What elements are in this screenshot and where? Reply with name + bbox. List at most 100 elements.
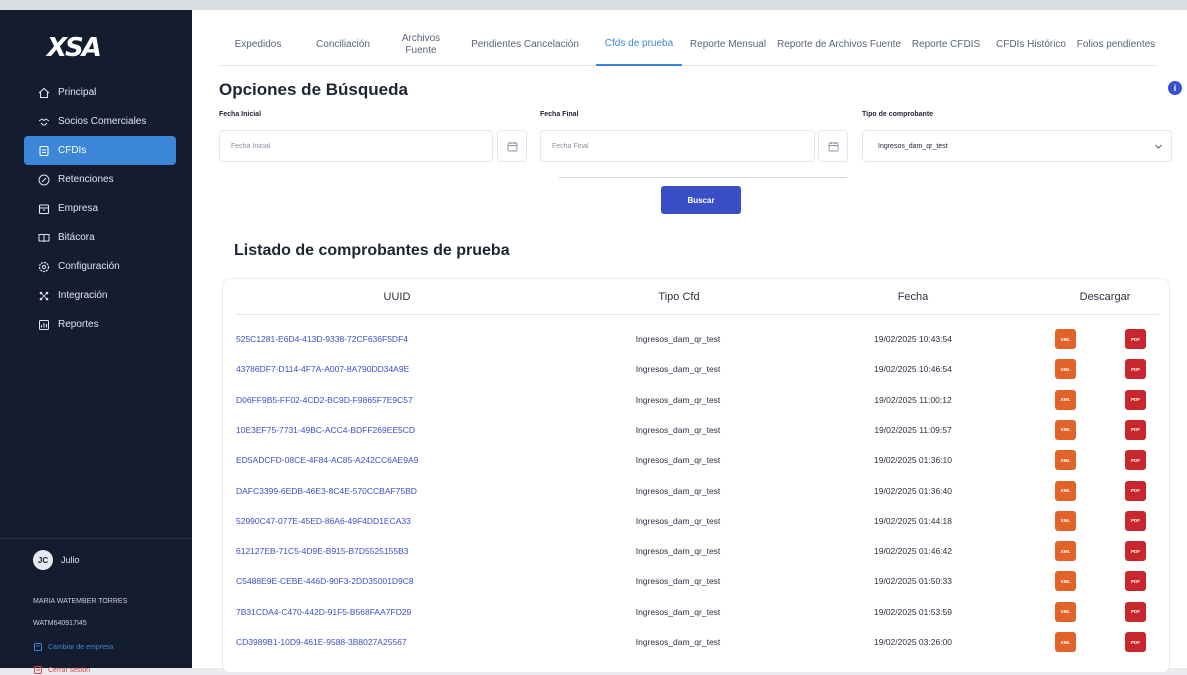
results-table: UUID Tipo Cfd Fecha Descargar 525C1281-E…: [222, 278, 1170, 673]
table-row: ED5ADCFD-08CE-4F84-AC85-A242CC6AE9A9 Ingr…: [223, 446, 1171, 476]
sidebar-item-principal[interactable]: Principal: [24, 78, 176, 107]
fecha-final-input[interactable]: Fecha Final: [540, 130, 815, 162]
uuid-link[interactable]: 612127EB-71C5-4D9E-B915-B7D5525155B3: [236, 546, 408, 556]
table-row: 43786DF7-D114-4F7A-A007-8A790DD34A9E Ingr…: [223, 355, 1171, 385]
table-row: 525C1281-E6D4-413D-9338-72CF636F5DF4 Ingr…: [223, 325, 1171, 355]
download-pdf-button[interactable]: PDF: [1125, 510, 1146, 531]
page-title: Opciones de Búsqueda: [219, 80, 408, 99]
uuid-link[interactable]: 525C1281-E6D4-413D-9338-72CF636F5DF4: [236, 334, 408, 344]
download-xml-button[interactable]: XML: [1055, 510, 1076, 531]
tab-folios-pendientes[interactable]: Folios pendientes: [1074, 28, 1158, 66]
fecha-cell: 19/02/2025 11:00:12: [874, 394, 952, 405]
sidebar-item-socios[interactable]: Socios Comerciales: [24, 107, 176, 136]
tab-pendientes-cancelacion[interactable]: Pendientes Cancelación: [454, 28, 596, 66]
tipo-cfd-cell: Ingresos_dam_qr_test: [635, 637, 721, 647]
uuid-link[interactable]: D06FF9B5-FF02-4CD2-BC9D-F9865F7E9C57: [236, 395, 413, 405]
tab-cfdis-historico[interactable]: CFDIs Histórico: [988, 28, 1074, 66]
download-xml-button[interactable]: XML: [1055, 389, 1076, 410]
download-pdf-button[interactable]: PDF: [1125, 601, 1146, 622]
download-xml-button[interactable]: XML: [1055, 601, 1076, 622]
tipo-cfd-cell: Ingresos_dam_qr_test: [635, 334, 721, 344]
sidebar-item-reportes[interactable]: Reportes: [24, 310, 176, 339]
table-row: C5488E9E-CEBE-446D-90F3-2DD35001D9C8 Ingr…: [223, 567, 1171, 597]
download-pdf-button[interactable]: PDF: [1125, 329, 1146, 349]
sidebar-item-empresa[interactable]: Empresa: [24, 194, 176, 223]
home-icon: [38, 87, 50, 99]
table-row: 52990C47-077E-45ED-86A6-49F4DD1ECA33 Ingr…: [223, 507, 1171, 537]
uuid-link[interactable]: 43786DF7-D114-4F7A-A007-8A790DD34A9E: [236, 364, 409, 374]
column-header-tipo: Tipo Cfd: [658, 291, 700, 303]
company-info: MARIA WATEMBER TORRES WATM640917I45: [33, 596, 127, 630]
uuid-link[interactable]: C5488E9E-CEBE-446D-90F3-2DD35001D9C8: [236, 576, 414, 586]
info-icon[interactable]: i: [1168, 81, 1182, 95]
sidebar-item-configuracion[interactable]: Configuración: [24, 252, 176, 281]
tipo-cfd-cell: Ingresos_dam_qr_test: [635, 394, 721, 405]
table-row: CD3989B1-10D9-461E-9588-3B8027A25567 Ingr…: [223, 628, 1171, 658]
download-xml-button[interactable]: XML: [1055, 541, 1076, 562]
change-company-link[interactable]: Cambiar de empresa: [33, 642, 113, 652]
sidebar-item-label: Socios Comerciales: [58, 116, 147, 127]
search-divider: [559, 177, 847, 178]
tab-conciliacion[interactable]: Conciliación: [298, 28, 388, 66]
document-icon: [38, 145, 50, 157]
table-row: 7B31CDA4-C470-442D-91F5-B568FAA7FD29 Ingr…: [223, 598, 1171, 628]
tab-archivos-fuente[interactable]: Archivos Fuente: [388, 28, 454, 66]
uuid-link[interactable]: ED5ADCFD-08CE-4F84-AC85-A242CC6AE9A9: [236, 455, 418, 465]
tipo-cfd-cell: Ingresos_dam_qr_test: [635, 515, 721, 526]
change-company-label: Cambiar de empresa: [48, 643, 114, 651]
download-xml-button[interactable]: XML: [1055, 359, 1076, 380]
uuid-link[interactable]: DAFC3399-6EDB-46E3-8C4E-570CCBAF75BD: [236, 486, 417, 496]
sidebar-divider: [0, 538, 192, 539]
calendar-icon[interactable]: [818, 130, 848, 162]
uuid-link[interactable]: 10E3EF75-7731-49BC-ACC4-BDFF269EE5CD: [236, 425, 415, 435]
download-pdf-button[interactable]: PDF: [1125, 450, 1146, 471]
download-pdf-button[interactable]: PDF: [1125, 571, 1146, 592]
table-header: UUID Tipo Cfd Fecha Descargar: [235, 279, 1159, 315]
main-content: Expedidos Conciliación Archivos Fuente P…: [192, 10, 1187, 673]
tab-reporte-cfdis[interactable]: Reporte CFDIS: [904, 28, 988, 66]
sidebar: XSA Principal Socios Comerciales CFDIs R…: [0, 10, 192, 674]
company-name: MARIA WATEMBER TORRES: [33, 598, 128, 605]
sidebar-item-bitacora[interactable]: Bitácora: [24, 223, 176, 252]
tipo-cfd-cell: Ingresos_dam_qr_test: [635, 546, 721, 557]
tab-reporte-archivos-fuente[interactable]: Reporte de Archivos Fuente: [774, 28, 904, 66]
tipo-comprobante-select[interactable]: Ingresos_dam_qr_test: [862, 130, 1172, 162]
sidebar-item-retenciones[interactable]: Retenciones: [24, 165, 176, 194]
download-xml-button[interactable]: XML: [1055, 329, 1076, 349]
calendar-icon[interactable]: [497, 130, 527, 162]
sidebar-nav: Principal Socios Comerciales CFDIs Reten…: [24, 78, 176, 339]
tipo-cfd-cell: Ingresos_dam_qr_test: [635, 606, 721, 617]
download-xml-button[interactable]: XML: [1055, 571, 1076, 592]
handshake-icon: [38, 116, 50, 128]
user-profile[interactable]: JC Julio: [33, 550, 80, 570]
tab-expedidos[interactable]: Expedidos: [218, 28, 298, 66]
fecha-cell: 19/02/2025 01:53:59: [874, 606, 952, 617]
download-xml-button[interactable]: XML: [1055, 632, 1076, 652]
gear-icon: [38, 261, 50, 273]
tab-cfds-prueba[interactable]: Cfds de prueba: [596, 28, 682, 66]
building-icon: [34, 643, 42, 651]
sidebar-item-integracion[interactable]: Integración: [24, 281, 176, 310]
download-pdf-button[interactable]: PDF: [1125, 359, 1146, 380]
table-row: 612127EB-71C5-4D9E-B915-B7D5525155B3 Ingr…: [223, 537, 1171, 567]
tab-reporte-mensual[interactable]: Reporte Mensual: [682, 28, 774, 66]
list-title: Listado de comprobantes de prueba: [234, 242, 510, 259]
download-pdf-button[interactable]: PDF: [1125, 480, 1146, 501]
sidebar-item-cfdis[interactable]: CFDIs: [24, 136, 176, 165]
tipo-cfd-cell: Ingresos_dam_qr_test: [635, 455, 721, 466]
download-xml-button[interactable]: XML: [1055, 480, 1076, 501]
uuid-link[interactable]: CD3989B1-10D9-461E-9588-3B8027A25567: [236, 637, 407, 647]
logout-icon: [34, 666, 42, 674]
download-pdf-button[interactable]: PDF: [1125, 419, 1146, 440]
uuid-link[interactable]: 7B31CDA4-C470-442D-91F5-B568FAA7FD29: [236, 607, 411, 617]
download-pdf-button[interactable]: PDF: [1125, 389, 1146, 410]
tab-bar: Expedidos Conciliación Archivos Fuente P…: [218, 28, 1158, 66]
download-xml-button[interactable]: XML: [1055, 419, 1076, 440]
search-button[interactable]: Buscar: [661, 186, 741, 214]
download-xml-button[interactable]: XML: [1055, 450, 1076, 471]
download-pdf-button[interactable]: PDF: [1125, 541, 1146, 562]
uuid-link[interactable]: 52990C47-077E-45ED-86A6-49F4DD1ECA33: [236, 516, 411, 526]
logout-link[interactable]: Cerrar sesión: [33, 665, 90, 675]
fecha-inicial-input[interactable]: Fecha Inicial: [219, 130, 493, 162]
download-pdf-button[interactable]: PDF: [1125, 632, 1146, 652]
